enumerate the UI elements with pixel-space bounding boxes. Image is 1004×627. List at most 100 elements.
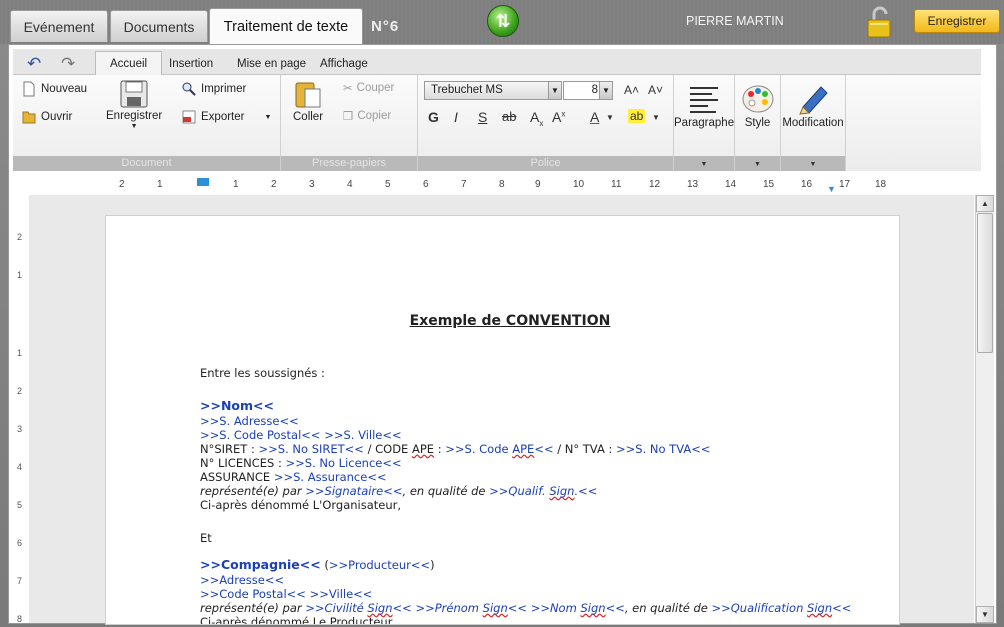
chevron-down-icon[interactable]: ▼ bbox=[652, 113, 660, 122]
vertical-ruler: 2 1 1 2 3 4 5 6 7 8 bbox=[13, 220, 29, 624]
ruler-tick: 8 bbox=[17, 614, 23, 624]
vertical-scrollbar[interactable]: ▲ ▼ bbox=[975, 195, 994, 623]
redo-icon[interactable]: ↷ bbox=[61, 54, 75, 74]
horizontal-ruler: 2 1 1 2 3 4 5 6 7 8 9 10 11 12 13 14 15 … bbox=[119, 178, 909, 194]
copy-button[interactable]: ❐ Copier bbox=[343, 109, 391, 123]
field-cp-ville: >>S. Code Postal<< >>S. Ville<< bbox=[200, 428, 402, 442]
ruler-tick: 2 bbox=[271, 179, 277, 190]
ruler-tick: 7 bbox=[461, 179, 467, 190]
doc-line: Ci-après dénommé Le Producteur bbox=[200, 615, 393, 625]
chevron-down-icon: ▼ bbox=[700, 161, 708, 168]
ruler-tick: 13 bbox=[687, 179, 699, 190]
subscript-icon[interactable]: Ax bbox=[530, 109, 543, 128]
group-paragraph[interactable]: Paragraphe ▼ bbox=[674, 75, 735, 171]
field-signataire: >>Signataire<< bbox=[305, 484, 403, 498]
ruler-tick: 15 bbox=[763, 179, 775, 190]
grow-font-icon[interactable]: A˄ bbox=[624, 83, 639, 97]
field-prenom-c: << bbox=[507, 601, 528, 615]
ruler-tick: 5 bbox=[17, 500, 23, 510]
ruler-tick: 2 bbox=[119, 179, 125, 190]
tab-insertion[interactable]: Insertion bbox=[169, 53, 213, 75]
ruler-tick: 9 bbox=[535, 179, 541, 190]
copy-icon: ❐ bbox=[343, 111, 354, 123]
group-label-document: Document bbox=[13, 156, 280, 171]
doc-line: Et bbox=[200, 531, 212, 545]
doc-line-assurance: ASSURANCE >>S. Assurance<< bbox=[200, 470, 387, 484]
save-doc-button[interactable]: Enregistrer ▼ bbox=[106, 79, 162, 130]
field-assurance: >>S. Assurance<< bbox=[273, 470, 387, 484]
sync-icon[interactable]: ⇅ bbox=[487, 5, 519, 37]
doc-line-compagnie: >>Compagnie<< (>>Producteur<<) bbox=[200, 558, 435, 573]
field-tva: >>S. No TVA<< bbox=[616, 442, 711, 456]
tab-traitement-de-texte[interactable]: Traitement de texte bbox=[209, 8, 363, 44]
tab-evenement[interactable]: Evénement bbox=[10, 10, 108, 42]
strikethrough-button[interactable]: ab bbox=[502, 109, 516, 124]
group-label-modification: ▼ bbox=[781, 156, 845, 171]
superscript-icon[interactable]: Ax bbox=[552, 109, 565, 125]
field-code-postal-2: >>Code Postal<< bbox=[200, 587, 306, 601]
open-folder-icon bbox=[22, 111, 36, 124]
cut-button[interactable]: ✂ Couper bbox=[343, 81, 394, 95]
field-nomsign-c: << bbox=[605, 601, 625, 615]
tab-documents[interactable]: Documents bbox=[110, 10, 208, 42]
field-civilite-c: << bbox=[392, 601, 412, 615]
ruler-tick: 2 bbox=[17, 386, 23, 396]
field-civilite-b: Sign bbox=[367, 601, 393, 615]
align-left-icon bbox=[690, 87, 718, 113]
italic-button[interactable]: I bbox=[454, 109, 458, 125]
editor-panel: ↶ ↷ Accueil Insertion Mise en page Affic… bbox=[8, 44, 997, 625]
undo-icon[interactable]: ↶ bbox=[27, 54, 41, 74]
paste-button[interactable]: Coller bbox=[293, 79, 323, 123]
save-button[interactable]: Enregistrer bbox=[914, 9, 1000, 33]
ruler-tick: 14 bbox=[725, 179, 737, 190]
field-prenom-b: Sign bbox=[482, 601, 508, 615]
scissors-icon: ✂ bbox=[343, 83, 353, 95]
ruler-tick: 16 bbox=[801, 179, 813, 190]
new-button[interactable]: Nouveau bbox=[21, 81, 87, 97]
document-page[interactable]: Exemple de CONVENTION Entre les soussign… bbox=[105, 215, 900, 625]
ruler-tick: 6 bbox=[423, 179, 429, 190]
field-nomsign-b: Sign bbox=[580, 601, 606, 615]
font-family-select[interactable]: Trebuchet MS ▼ bbox=[424, 81, 562, 100]
print-button[interactable]: Imprimer bbox=[181, 81, 246, 97]
font-color-button[interactable]: A bbox=[590, 109, 599, 125]
ruler-tick: 11 bbox=[611, 179, 622, 190]
highlight-button[interactable]: ab bbox=[628, 109, 646, 123]
group-modification[interactable]: Modification ▼ bbox=[781, 75, 846, 171]
ruler-tick: 18 bbox=[875, 179, 887, 190]
bold-button[interactable]: G bbox=[428, 109, 439, 125]
ruler-tick: 12 bbox=[649, 179, 661, 190]
label-represente: représenté(e) par bbox=[200, 484, 306, 498]
field-licences: >>S. No Licence<< bbox=[285, 456, 402, 470]
open-button[interactable]: Ouvrir bbox=[21, 109, 72, 125]
tab-affichage[interactable]: Affichage bbox=[320, 53, 368, 75]
field-qualification-b: Sign bbox=[807, 601, 833, 615]
label-siret: N°SIRET : bbox=[200, 442, 259, 456]
copy-label: Copier bbox=[357, 110, 392, 122]
scroll-down-icon[interactable]: ▼ bbox=[976, 606, 994, 623]
font-size-select[interactable]: 8 ▼ bbox=[563, 81, 613, 100]
group-font: Trebuchet MS ▼ 8 ▼ A˄ A˅ G I S ab Ax Ax … bbox=[418, 75, 674, 171]
left-indent-marker[interactable] bbox=[197, 178, 209, 186]
doc-line: Ci-après dénommé L'Organisateur, bbox=[200, 498, 402, 512]
top-bar: Evénement Documents Traitement de texte … bbox=[0, 0, 1004, 44]
ruler-tick: 8 bbox=[499, 179, 505, 190]
tab-accueil[interactable]: Accueil bbox=[95, 51, 163, 76]
label-qualite: , en qualité de bbox=[402, 484, 490, 498]
shrink-font-icon[interactable]: A˅ bbox=[648, 83, 663, 97]
export-button[interactable]: Exporter ▼ bbox=[181, 109, 271, 125]
field-code-postal: >>S. Code Postal<< bbox=[200, 428, 321, 442]
tab-mise-en-page[interactable]: Mise en page bbox=[237, 53, 306, 75]
scroll-up-icon[interactable]: ▲ bbox=[976, 195, 994, 212]
right-indent-marker[interactable]: ▼ bbox=[827, 184, 836, 194]
underline-button[interactable]: S bbox=[478, 109, 487, 125]
unlock-icon[interactable] bbox=[866, 6, 894, 38]
group-style[interactable]: Style ▼ bbox=[735, 75, 781, 171]
chevron-down-icon[interactable]: ▼ bbox=[606, 113, 614, 122]
label-qualite-2: , en qualité de bbox=[624, 601, 712, 615]
scrollbar-thumb[interactable] bbox=[977, 213, 993, 353]
font-family-value: Trebuchet MS bbox=[431, 84, 503, 96]
group-document: Nouveau Ouvrir Enregistrer ▼ Imprimer Ex… bbox=[13, 75, 281, 171]
export-label: Exporter bbox=[201, 111, 245, 123]
field-siret: >>S. No SIRET<< bbox=[258, 442, 364, 456]
